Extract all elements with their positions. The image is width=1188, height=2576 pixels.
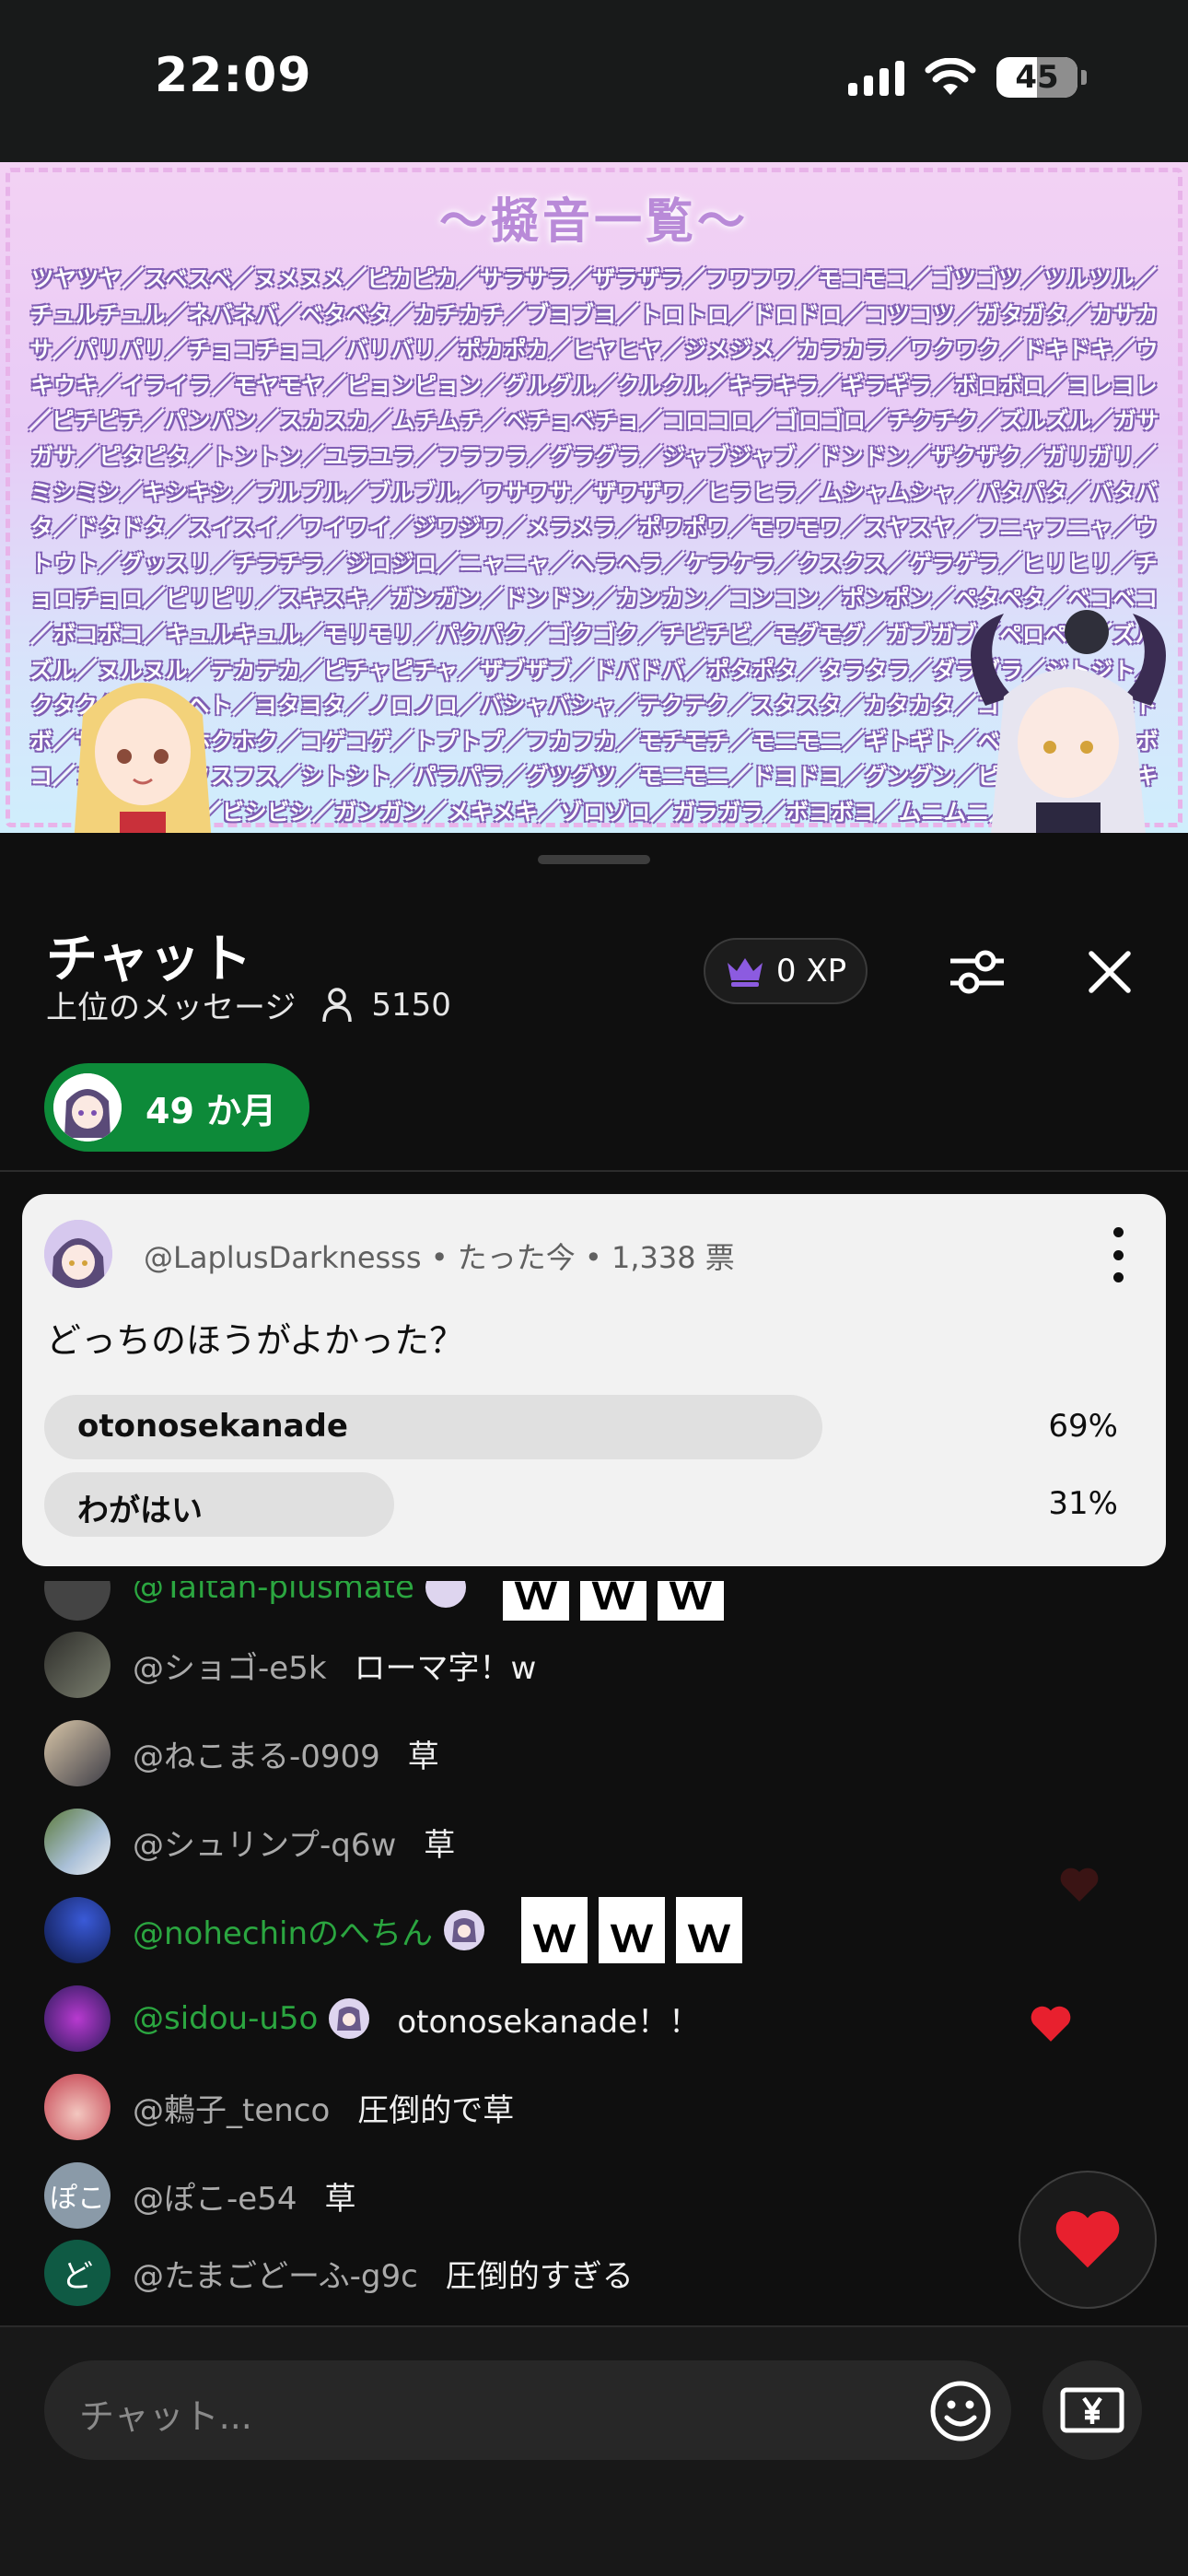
chat-message[interactable]: @鶫子_tenco 圧倒的で草 bbox=[44, 2073, 514, 2141]
poll-author-avatar bbox=[44, 1220, 112, 1288]
poll-option-percent: 31% bbox=[1048, 1485, 1118, 1522]
status-time: 22:09 bbox=[155, 48, 312, 103]
chat-message[interactable]: ど @たまごどーふ-g9c 圧倒的すぎる bbox=[44, 2239, 634, 2307]
emoji-icon[interactable] bbox=[928, 2379, 993, 2443]
message-text: 圧倒的すぎる bbox=[445, 2257, 634, 2295]
character-left-illustration bbox=[74, 683, 212, 833]
message-text: otonosekanade！！ bbox=[397, 2003, 701, 2041]
message-text: 草 bbox=[407, 1738, 439, 1775]
drag-handle[interactable] bbox=[538, 855, 650, 864]
chat-message[interactable]: @ショゴ-e5k ローマ字！w bbox=[44, 1631, 536, 1699]
message-text: 草 bbox=[324, 2180, 356, 2218]
like-reaction-button[interactable] bbox=[1019, 2171, 1157, 2309]
user-avatar bbox=[44, 1632, 111, 1698]
chat-message[interactable]: @シュリンプ-q6w 草 bbox=[44, 1808, 455, 1876]
message-author[interactable]: @sidou-u5o bbox=[133, 2000, 318, 2037]
poll-option[interactable]: otonosekanade 69% bbox=[44, 1395, 1140, 1459]
viewer-count: 5150 bbox=[321, 987, 451, 1024]
user-avatar bbox=[44, 1985, 111, 2052]
member-badge-icon bbox=[444, 1910, 485, 1950]
membership-avatar bbox=[53, 1073, 122, 1142]
character-right-illustration bbox=[971, 610, 1166, 833]
header-divider bbox=[0, 1170, 1188, 1172]
user-avatar bbox=[44, 2074, 111, 2140]
poll-option-label: わがはい bbox=[77, 1493, 203, 1529]
user-avatar bbox=[44, 1720, 111, 1786]
person-icon bbox=[322, 987, 353, 1022]
chat-message[interactable]: ぽこ @ぽこ-e54 草 bbox=[44, 2161, 355, 2230]
chat-message-list[interactable]: @Taitan-plusmate ｗｗｗ @ショゴ-e5k ローマ字！w @ねこ… bbox=[0, 1581, 1188, 2244]
user-avatar bbox=[44, 1581, 111, 1621]
poll-time: たった今 bbox=[457, 1240, 576, 1275]
message-author[interactable]: @シュリンプ-q6w bbox=[133, 1820, 396, 1865]
poll-option-percent: 69% bbox=[1048, 1408, 1118, 1445]
message-text: 圧倒的で草 bbox=[357, 2091, 515, 2129]
poll-meta: @LaplusDarknesss • たった今 • 1,338 票 bbox=[144, 1240, 735, 1275]
user-avatar bbox=[44, 1809, 111, 1875]
message-text: 草 bbox=[424, 1826, 456, 1864]
message-text: ローマ字！w bbox=[354, 1649, 537, 1687]
video-player[interactable]: 〜擬音一覧〜 ツヤツヤ／スベスベ／ヌメヌメ／ピカピカ／サラサラ／ザラザラ／フワフ… bbox=[0, 162, 1188, 833]
poll-option[interactable]: わがはい 31% bbox=[44, 1472, 1140, 1537]
chat-mode-selector[interactable]: 上位のメッセージ bbox=[46, 982, 296, 1027]
close-button[interactable] bbox=[1077, 940, 1142, 1004]
chat-message[interactable]: @nohechinのへちん ｗｗｗ bbox=[44, 1896, 743, 1964]
viewer-count-value: 5150 bbox=[371, 986, 451, 1024]
message-author[interactable]: @nohechinのへちん bbox=[133, 1908, 433, 1953]
crown-icon bbox=[727, 958, 763, 987]
poll-author[interactable]: @LaplusDarknesss bbox=[144, 1240, 422, 1275]
message-author[interactable]: @たまごどーふ-g9c bbox=[133, 2251, 418, 2296]
floating-heart-icon bbox=[1060, 1868, 1099, 1902]
user-avatar: ぽこ bbox=[44, 2162, 111, 2229]
poll-card: @LaplusDarknesss • たった今 • 1,338 票 どっちのほう… bbox=[22, 1194, 1166, 1566]
message-stamps: ｗｗｗ bbox=[521, 1897, 743, 1963]
heart-icon bbox=[1055, 2211, 1120, 2268]
more-options-icon[interactable] bbox=[1109, 1227, 1127, 1282]
chat-message[interactable]: @sidou-u5o otonosekanade！！ bbox=[44, 1985, 700, 2053]
poll-question: どっちのほうがよかった？ bbox=[46, 1320, 465, 1361]
chat-message[interactable]: @Taitan-plusmate ｗｗｗ bbox=[44, 1581, 724, 1622]
message-author[interactable]: @鶫子_tenco bbox=[133, 2085, 330, 2130]
message-author[interactable]: @ぽこ-e54 bbox=[133, 2173, 297, 2219]
chat-mode-row: 上位のメッセージ 5150 bbox=[46, 982, 451, 1027]
chat-panel: チャット 上位のメッセージ 5150 0 XP 49 か月 @Taitan-pl… bbox=[0, 833, 1188, 2576]
floating-heart-icon bbox=[1031, 2006, 1071, 2042]
chat-input[interactable]: チャット... bbox=[44, 2360, 1011, 2460]
message-author[interactable]: @Taitan-plusmate bbox=[133, 1581, 414, 1606]
member-badge-icon bbox=[425, 1581, 466, 1608]
membership-months: 49 か月 bbox=[146, 1090, 277, 1131]
message-author[interactable]: @ねこまる-0909 bbox=[133, 1731, 380, 1776]
message-stamps: ｗｗｗ bbox=[502, 1581, 724, 1621]
membership-badge-button[interactable]: 49 か月 bbox=[44, 1063, 309, 1152]
yen-icon bbox=[1060, 2387, 1124, 2433]
user-avatar bbox=[44, 1897, 111, 1963]
chat-message[interactable]: @ねこまる-0909 草 bbox=[44, 1719, 439, 1787]
chat-title: チャット bbox=[46, 930, 252, 989]
status-bar: 22:09 45 bbox=[0, 0, 1188, 162]
battery-icon: 45 bbox=[996, 57, 1077, 98]
poll-option-label: otonosekanade bbox=[77, 1408, 348, 1445]
battery-level: 45 bbox=[1015, 59, 1059, 96]
message-author[interactable]: @ショゴ-e5k bbox=[133, 1643, 327, 1688]
chat-input-placeholder: チャット... bbox=[79, 2396, 252, 2437]
status-icons: 45 bbox=[848, 57, 1087, 98]
xp-label: 0 XP bbox=[775, 953, 847, 989]
cellular-signal-icon bbox=[848, 59, 904, 96]
member-badge-icon bbox=[329, 1998, 370, 2039]
super-chat-button[interactable] bbox=[1042, 2360, 1142, 2460]
user-avatar: ど bbox=[44, 2240, 111, 2306]
xp-button[interactable]: 0 XP bbox=[704, 938, 868, 1004]
wifi-icon bbox=[925, 58, 976, 95]
close-icon bbox=[1089, 951, 1131, 993]
chat-settings-button[interactable] bbox=[945, 940, 1009, 1004]
chat-input-area: チャット... bbox=[0, 2325, 1188, 2576]
video-title-text: 〜擬音一覧〜 bbox=[438, 194, 749, 250]
poll-votes: 1,338 票 bbox=[611, 1240, 735, 1275]
sliders-icon bbox=[950, 950, 1004, 994]
